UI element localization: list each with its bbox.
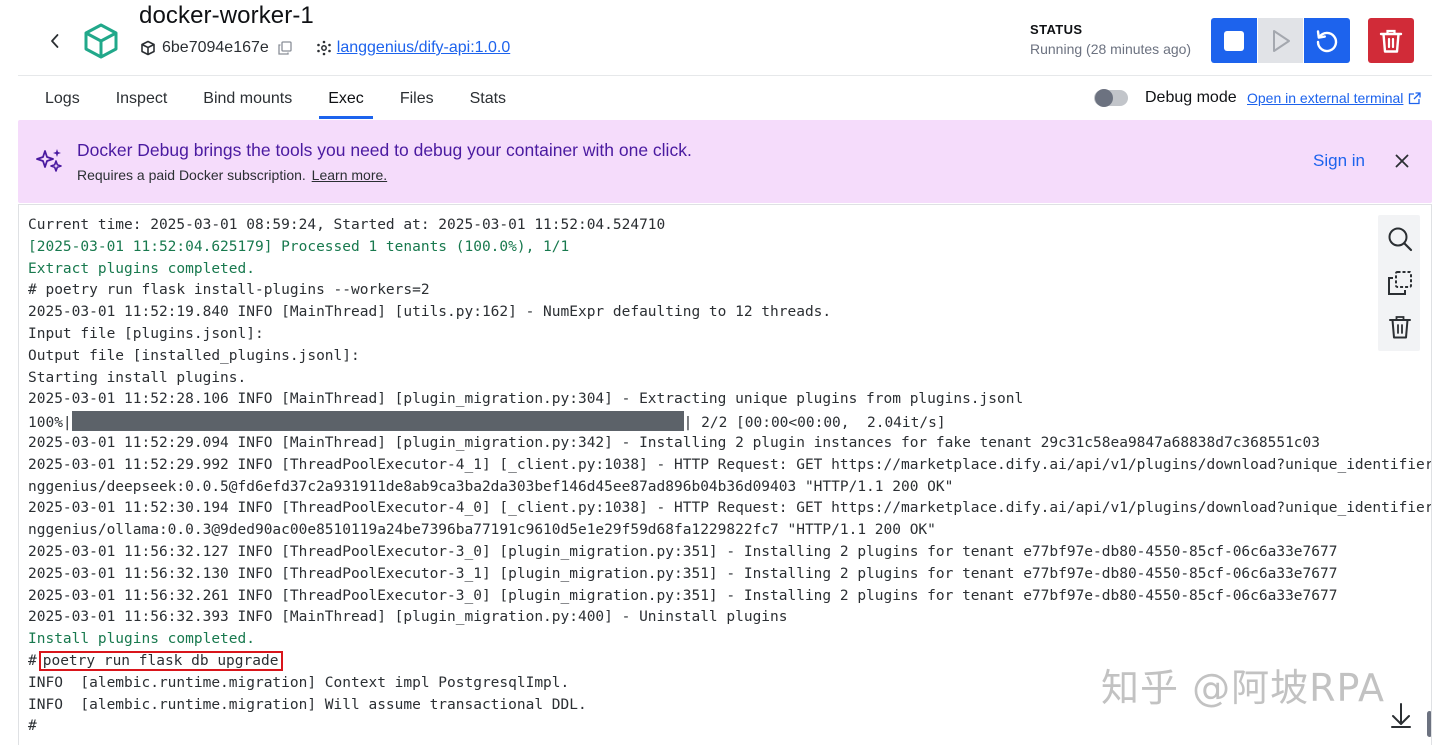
status-label: STATUS bbox=[1030, 22, 1083, 37]
image-link[interactable]: langgenius/dify-api:1.0.0 bbox=[337, 39, 510, 57]
sign-in-button[interactable]: Sign in bbox=[1313, 151, 1365, 171]
container-cube-icon bbox=[84, 23, 118, 59]
terminal-line: 2025-03-01 11:52:28.106 INFO [MainThread… bbox=[28, 391, 1024, 408]
terminal-line: 2025-03-01 11:52:30.194 INFO [ThreadPool… bbox=[28, 500, 1432, 517]
status-value: Running (28 minutes ago) bbox=[1030, 41, 1192, 57]
container-meta: 6be7094e167e langgenius/dify-api:1.0.0 bbox=[140, 38, 510, 58]
external-terminal-label: Open in external terminal bbox=[1247, 90, 1404, 106]
restart-icon bbox=[1316, 29, 1338, 52]
exec-terminal[interactable]: Current time: 2025-03-01 08:59:24, Start… bbox=[18, 204, 1432, 745]
container-header: docker-worker-1 6be7094e167e langgenius/… bbox=[18, 0, 1432, 76]
search-icon bbox=[1388, 227, 1413, 252]
container-name: docker-worker-1 bbox=[139, 2, 314, 29]
learn-more-link[interactable]: Learn more. bbox=[312, 167, 387, 183]
image-layers-icon bbox=[316, 40, 331, 56]
toggle-knob bbox=[1095, 89, 1113, 107]
play-icon bbox=[1272, 29, 1290, 52]
tab-bind-mounts[interactable]: Bind mounts bbox=[185, 78, 310, 120]
chevron-left-icon bbox=[51, 34, 59, 48]
terminal-line: [2025-03-01 11:52:04.625179] Processed 1… bbox=[28, 238, 570, 255]
docker-debug-banner: Docker Debug brings the tools you need t… bbox=[18, 120, 1432, 203]
external-link-icon bbox=[1409, 91, 1422, 104]
terminal-line: 2025-03-01 11:56:32.130 INFO [ThreadPool… bbox=[28, 565, 1338, 582]
banner-subtitle: Requires a paid Docker subscription. Lea… bbox=[77, 167, 387, 183]
tab-stats[interactable]: Stats bbox=[452, 78, 524, 120]
banner-subtitle-text: Requires a paid Docker subscription. bbox=[77, 167, 306, 183]
copy-icon[interactable] bbox=[278, 41, 292, 55]
terminal-line: # bbox=[28, 718, 37, 735]
progress-suffix: | 2/2 [00:00<00:00, 2.04it/s] bbox=[683, 415, 946, 432]
terminal-line: 100%| | 2/2 [00:00<00:00, 2.04it/s] bbox=[28, 411, 1431, 433]
hash-cube-icon bbox=[141, 40, 155, 56]
highlighted-command: poetry run flask db upgrade bbox=[38, 650, 284, 671]
close-icon[interactable] bbox=[1393, 152, 1411, 170]
terminal-line: Input file [plugins.jsonl]: bbox=[28, 325, 264, 342]
terminal-line: 2025-03-01 11:52:19.840 INFO [MainThread… bbox=[28, 304, 832, 321]
stop-button[interactable] bbox=[1211, 18, 1257, 63]
arrow-down-icon[interactable] bbox=[1387, 701, 1415, 729]
trash-icon bbox=[1389, 316, 1411, 339]
terminal-line: Starting install plugins. bbox=[28, 369, 247, 386]
container-exec-page: docker-worker-1 6be7094e167e langgenius/… bbox=[0, 0, 1440, 745]
restart-button[interactable] bbox=[1304, 18, 1350, 63]
terminal-toolbar bbox=[1378, 215, 1420, 351]
terminal-scrollbar[interactable] bbox=[1427, 711, 1431, 737]
status-block: STATUS Running (28 minutes ago) bbox=[1030, 22, 1191, 57]
progress-bar bbox=[71, 411, 684, 432]
terminal-line: # poetry run flask install-plugins --wor… bbox=[28, 282, 430, 299]
terminal-line: Extract plugins completed. bbox=[28, 260, 255, 277]
tab-logs[interactable]: Logs bbox=[18, 78, 98, 120]
tab-bar: Logs Inspect Bind mounts Exec Files Stat… bbox=[18, 78, 524, 120]
shell-prompt: # bbox=[28, 652, 37, 669]
delete-button[interactable] bbox=[1368, 18, 1414, 63]
terminal-line: Current time: 2025-03-01 08:59:24, Start… bbox=[28, 217, 666, 233]
terminal-line: 2025-03-01 11:56:32.127 INFO [ThreadPool… bbox=[28, 543, 1338, 560]
terminal-line: Install plugins completed. bbox=[28, 631, 255, 648]
back-button[interactable] bbox=[44, 28, 66, 54]
terminal-line: nggenius/ollama:0.0.3@9ded90ac00e8510119… bbox=[28, 522, 936, 539]
search-button[interactable] bbox=[1386, 225, 1414, 253]
tab-inspect[interactable]: Inspect bbox=[98, 78, 186, 120]
terminal-line: INFO [alembic.runtime.migration] Will as… bbox=[28, 696, 587, 713]
terminal-line: Output file [installed_plugins.jsonl]: bbox=[28, 347, 360, 364]
tab-files[interactable]: Files bbox=[382, 78, 452, 120]
copy-output-button[interactable] bbox=[1386, 269, 1414, 297]
terminal-line: 2025-03-01 11:52:29.094 INFO [MainThread… bbox=[28, 434, 1321, 451]
terminal-output: Current time: 2025-03-01 08:59:24, Start… bbox=[28, 215, 1432, 738]
tab-exec[interactable]: Exec bbox=[310, 78, 382, 120]
debug-mode-toggle[interactable] bbox=[1094, 89, 1128, 107]
progress-prefix: 100%| bbox=[28, 415, 72, 432]
terminal-line: 2025-03-01 11:56:32.393 INFO [MainThread… bbox=[28, 609, 788, 626]
container-id: 6be7094e167e bbox=[162, 39, 269, 56]
debug-mode-label: Debug mode bbox=[1145, 89, 1237, 106]
clear-output-button[interactable] bbox=[1386, 313, 1414, 341]
sparkle-icon bbox=[36, 149, 62, 172]
terminal-line: 2025-03-01 11:52:29.992 INFO [ThreadPool… bbox=[28, 456, 1432, 473]
copy-icon bbox=[1388, 271, 1412, 295]
open-external-terminal-link[interactable]: Open in external terminal bbox=[1247, 90, 1422, 106]
terminal-line: 2025-03-01 11:56:32.261 INFO [ThreadPool… bbox=[28, 587, 1338, 604]
terminal-line: INFO [alembic.runtime.migration] Context… bbox=[28, 674, 570, 691]
terminal-line: nggenius/deepseek:0.0.5@fd6efd37c2a93191… bbox=[28, 478, 954, 495]
trash-icon bbox=[1379, 29, 1403, 53]
banner-title: Docker Debug brings the tools you need t… bbox=[77, 140, 692, 160]
stop-icon bbox=[1224, 30, 1244, 51]
terminal-line: # poetry run flask db upgrade bbox=[28, 650, 1431, 673]
start-button[interactable] bbox=[1258, 18, 1303, 63]
